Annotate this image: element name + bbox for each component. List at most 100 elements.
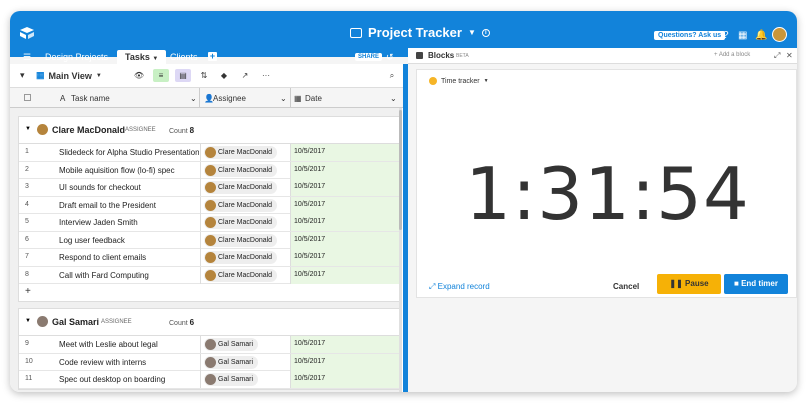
column-assignee[interactable]: Assignee (213, 94, 246, 103)
date-cell[interactable]: 10/5/2017 (290, 336, 400, 353)
date-cell[interactable]: 10/5/2017 (290, 161, 400, 179)
menu-icon[interactable]: ☰ (23, 52, 31, 63)
group-label: ASSIGNEE (125, 127, 156, 133)
tab-tasks[interactable]: Tasks ▼ (117, 50, 167, 65)
block-title[interactable]: Time tracker ▼ (429, 77, 489, 85)
close-icon[interactable]: ✕ (786, 51, 793, 60)
history-icon[interactable]: ↺ (386, 52, 394, 63)
task-name-cell[interactable]: Log user feedback (59, 236, 199, 245)
more-icon[interactable]: ··· (258, 69, 274, 82)
share-button[interactable]: SHARE (355, 53, 383, 61)
column-date[interactable]: Date (305, 94, 322, 103)
task-name-cell[interactable]: Meet with Leslie about legal (59, 340, 199, 349)
help-icon[interactable]: ? (723, 30, 729, 41)
date-cell[interactable]: 10/5/2017 (290, 214, 400, 231)
pause-button[interactable]: ❚❚ Pause (657, 274, 721, 294)
date-cell[interactable]: 10/5/2017 (290, 144, 400, 161)
date-cell[interactable]: 10/5/2017 (290, 231, 400, 249)
group-rows: 9 Meet with Leslie about legal Gal Samari 1… (19, 336, 400, 389)
table-row[interactable]: 6 Log user feedback Clare MacDonald 10/5/20… (19, 231, 400, 249)
date-cell[interactable]: 10/5/2017 (290, 371, 400, 388)
table-row[interactable]: 1 Slidedeck for Alpha Studio Presentation… (19, 144, 400, 162)
blocks-title: Blocks (428, 51, 455, 60)
view-switcher[interactable]: ▦ Main View ▼ (36, 70, 102, 81)
assignee-cell[interactable]: Clare MacDonald (200, 231, 290, 249)
table-row[interactable]: 4 Draft email to the President Clare MacDo… (19, 196, 400, 214)
add-record-button[interactable]: + (19, 284, 399, 301)
table-row[interactable]: 10 Code review with interns Gal Samari 10/5… (19, 353, 400, 371)
task-name-cell[interactable]: Respond to client emails (59, 253, 199, 262)
task-name-cell[interactable]: Slidedeck for Alpha Studio Presentation (59, 148, 199, 157)
collapse-group-icon[interactable]: ▼ (25, 318, 31, 324)
date-cell[interactable]: 10/5/2017 (290, 249, 400, 266)
grid-scrollbar[interactable] (399, 108, 402, 392)
task-name-cell[interactable]: Mobile aquisition flow (lo-fi) spec (59, 166, 199, 175)
scrollbar-thumb[interactable] (399, 110, 402, 230)
table-row[interactable]: 3 UI sounds for checkout Clare MacDonald 10… (19, 179, 400, 197)
hide-fields-icon[interactable]: 👁 (131, 69, 147, 82)
table-row[interactable]: 7 Respond to client emails Clare MacDonald… (19, 249, 400, 267)
tab-clients[interactable]: Clients (162, 50, 206, 65)
row-number: 7 (25, 253, 29, 260)
chevron-down-icon[interactable]: ⌄ (280, 94, 287, 103)
expand-icon[interactable]: ⤢ (774, 51, 780, 61)
group-icon[interactable]: ▤ (175, 69, 191, 82)
row-number: 3 (25, 183, 29, 190)
filter-icon[interactable]: ≡ (153, 69, 169, 82)
task-name-cell[interactable]: UI sounds for checkout (59, 183, 199, 192)
assignee-name: Gal Samari (218, 341, 254, 348)
color-icon[interactable]: ◆ (216, 69, 232, 82)
collapse-group-icon[interactable]: ▼ (25, 126, 31, 132)
add-block-button[interactable]: + Add a block (714, 52, 750, 58)
user-avatar[interactable] (772, 27, 787, 42)
table-row[interactable]: 11 Spec out desktop on boarding Gal Samari… (19, 371, 400, 389)
column-task-name[interactable]: Task name (71, 94, 110, 103)
group-header[interactable]: ▼ Gal Samari ASSIGNEE Count 6 (19, 309, 399, 336)
assignee-cell[interactable]: Gal Samari (200, 336, 290, 353)
bell-icon[interactable]: 🔔 (755, 30, 767, 41)
apps-icon[interactable]: ▦ (738, 30, 747, 41)
assignee-cell[interactable]: Clare MacDonald (200, 266, 290, 284)
table-row[interactable]: 5 Interview Jaden Smith Clare MacDonald 10/… (19, 214, 400, 232)
assignee-cell[interactable]: Clare MacDonald (200, 144, 290, 161)
task-name-cell[interactable]: Spec out desktop on boarding (59, 375, 199, 384)
info-icon[interactable]: i (481, 28, 490, 37)
avatar (37, 124, 48, 135)
task-name-cell[interactable]: Code review with interns (59, 358, 199, 367)
assignee-cell[interactable]: Clare MacDonald (200, 179, 290, 196)
task-name-cell[interactable]: Draft email to the President (59, 201, 199, 210)
expand-record-link[interactable]: ⤢ Expand record (429, 282, 490, 292)
table-row[interactable]: 9 Meet with Leslie about legal Gal Samari 1… (19, 336, 400, 354)
pause-icon: ❚❚ (669, 279, 683, 288)
end-timer-button[interactable]: ■ End timer (724, 274, 788, 294)
assignee-cell[interactable]: Clare MacDonald (200, 214, 290, 231)
table-row[interactable]: 8 Call with Fard Computing Clare MacDonald… (19, 266, 400, 284)
airtable-logo-icon[interactable] (19, 26, 35, 40)
assignee-cell[interactable]: Clare MacDonald (200, 249, 290, 266)
date-cell[interactable]: 10/5/2017 (290, 353, 400, 371)
sort-icon[interactable]: ⇅ (196, 69, 212, 82)
assignee-cell[interactable]: Gal Samari (200, 371, 290, 388)
tab-design-projects[interactable]: Design Projects (37, 50, 116, 65)
chevron-down-icon[interactable]: ⌄ (390, 94, 397, 103)
assignee-cell[interactable]: Clare MacDonald (200, 196, 290, 214)
assignee-cell[interactable]: Clare MacDonald (200, 161, 290, 179)
chevron-down-icon[interactable]: ⌄ (190, 94, 197, 103)
search-icon[interactable]: ⌕ (384, 69, 400, 82)
base-title[interactable]: Project Tracker ▼ i (350, 25, 490, 40)
add-table-icon[interactable]: + (208, 52, 217, 61)
date-cell[interactable]: 10/5/2017 (290, 196, 400, 214)
caret-down-icon: ▼ (95, 72, 102, 79)
date-cell[interactable]: 10/5/2017 (290, 266, 400, 284)
date-cell[interactable]: 10/5/2017 (290, 179, 400, 196)
cancel-button[interactable]: Cancel (613, 282, 639, 291)
table-row[interactable]: 2 Mobile aquisition flow (lo-fi) spec Clar… (19, 161, 400, 179)
assignee-cell[interactable]: Gal Samari (200, 353, 290, 371)
help-button[interactable]: Questions? Ask us (654, 31, 726, 40)
share-view-icon[interactable]: ↗ (237, 69, 253, 82)
group-header[interactable]: ▼ Clare MacDonald ASSIGNEE Count 8 (19, 117, 399, 144)
select-all-checkbox[interactable] (24, 94, 31, 101)
task-name-cell[interactable]: Call with Fard Computing (59, 271, 199, 280)
collapse-icon[interactable]: ▾ (20, 70, 25, 81)
task-name-cell[interactable]: Interview Jaden Smith (59, 218, 199, 227)
